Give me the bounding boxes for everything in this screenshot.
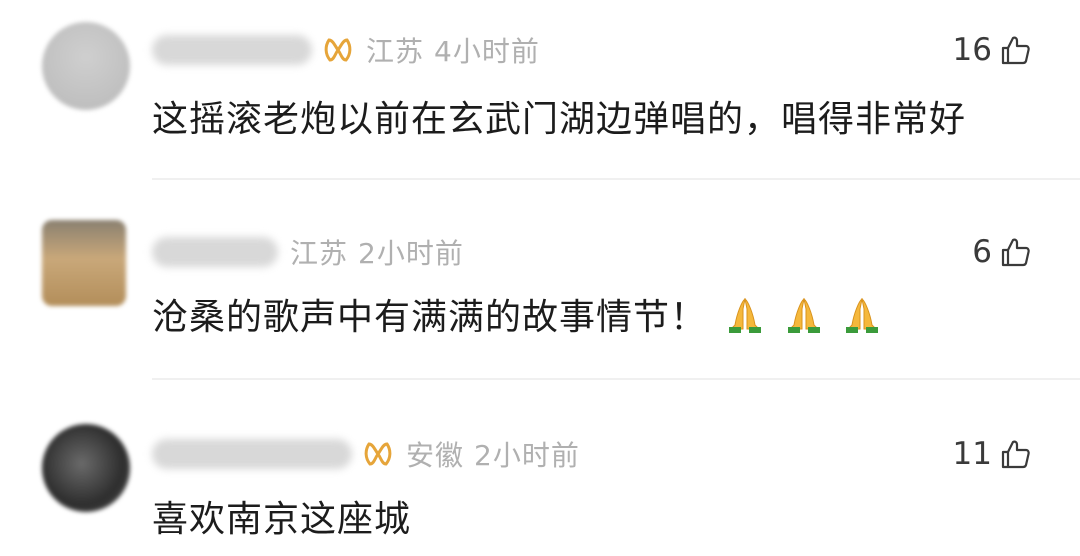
vip-badge-icon — [324, 38, 352, 62]
comment-meta: 江苏 2小时前 — [152, 232, 464, 272]
comment-text-content: 沧桑的歌声中有满满的故事情节！ — [152, 297, 708, 338]
avatar[interactable] — [42, 22, 130, 110]
like-button[interactable]: 16 — [953, 32, 1032, 68]
comment-item: 江苏 4小时前 16 这摇滚老炮以前在玄武门湖边弹唱的，唱得非常好 — [0, 0, 1080, 180]
comment-time: 2小时前 — [474, 439, 580, 472]
thumbs-up-icon — [1001, 238, 1030, 267]
comment-text: 喜欢南京这座城 — [152, 499, 412, 540]
comment-text: 这摇滚老炮以前在玄武门湖边弹唱的，唱得非常好 — [152, 99, 967, 140]
avatar[interactable] — [42, 424, 130, 512]
like-button[interactable]: 11 — [953, 436, 1032, 472]
comment-meta: 安徽 2小时前 — [152, 434, 580, 474]
comment-time: 4小时前 — [434, 35, 540, 68]
thumbs-up-icon — [1001, 36, 1030, 65]
thumbs-up-icon — [1001, 440, 1030, 469]
folded-hands-emoji-icon — [846, 297, 879, 333]
like-count: 16 — [952, 32, 992, 68]
vip-badge-icon — [364, 442, 392, 466]
username-blurred[interactable] — [152, 35, 312, 65]
comment-item: 安徽 2小时前 11 喜欢南京这座城 — [0, 380, 1080, 556]
username-blurred[interactable] — [152, 237, 278, 267]
comment-time: 2小时前 — [358, 237, 464, 270]
comment-location: 江苏 — [366, 35, 425, 68]
comment-item: 江苏 2小时前 6 沧桑的歌声中有满满的故事情节！ — [0, 180, 1080, 380]
comment-location: 安徽 — [406, 439, 465, 472]
like-button[interactable]: 6 — [972, 234, 1032, 270]
like-count: 11 — [952, 436, 992, 472]
comment-text: 沧桑的歌声中有满满的故事情节！ — [152, 288, 882, 340]
folded-hands-emoji-icon — [729, 297, 762, 333]
avatar[interactable] — [42, 220, 126, 306]
comment-meta: 江苏 4小时前 — [152, 30, 540, 70]
comment-location: 江苏 — [290, 237, 349, 270]
username-blurred[interactable] — [152, 439, 352, 469]
like-count: 6 — [972, 234, 992, 270]
folded-hands-emoji-icon — [787, 297, 820, 333]
